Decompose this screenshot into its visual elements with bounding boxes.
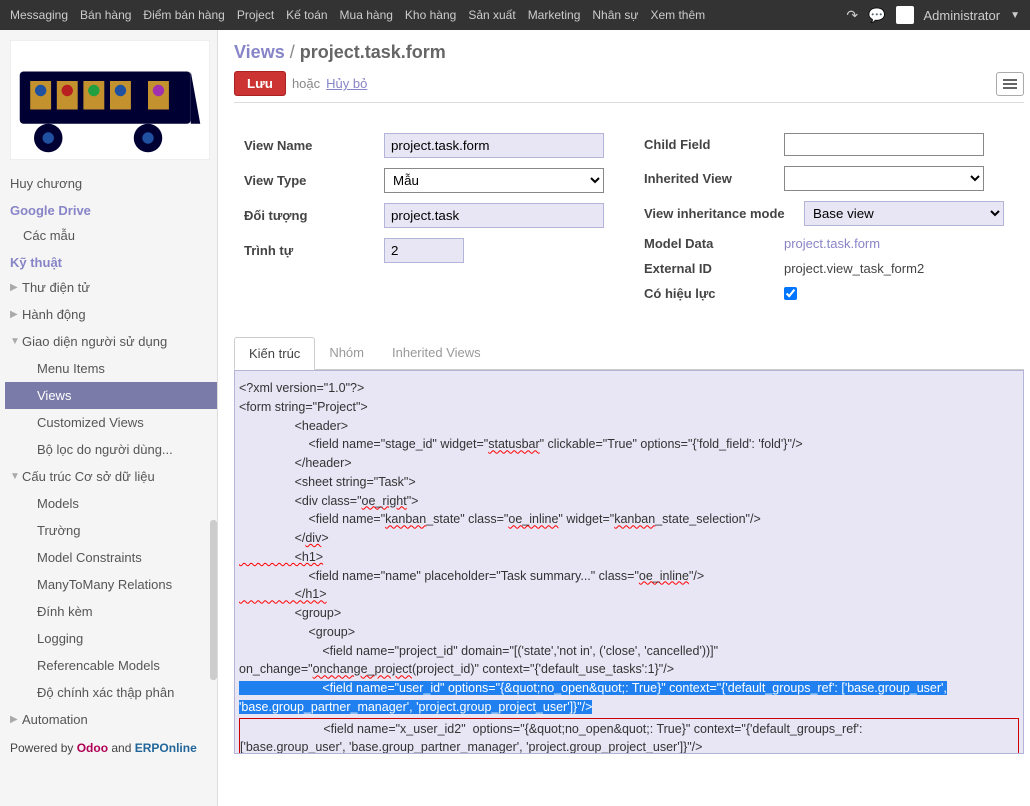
sidebar-logging[interactable]: Logging <box>5 625 217 652</box>
cancel-button[interactable]: Hủy bỏ <box>326 76 367 91</box>
caret-down-icon: ▼ <box>10 336 20 347</box>
menu-khohang[interactable]: Kho hàng <box>405 8 456 22</box>
sidebar-views[interactable]: Views <box>5 382 217 409</box>
or-text: hoặc <box>292 76 320 91</box>
powered-by: Powered by Odoo and ERPOnline <box>5 733 217 763</box>
label-inherited: Inherited View <box>644 171 784 186</box>
caret-right-icon: ▶ <box>10 282 20 293</box>
sidebar-hanhdong[interactable]: ▶Hành động <box>5 301 217 328</box>
menu-marketing[interactable]: Marketing <box>528 8 581 22</box>
label-trinhtu: Trình tự <box>244 243 384 258</box>
username[interactable]: Administrator <box>924 8 1001 23</box>
inherited-select[interactable] <box>784 166 984 191</box>
sidebar-giaodien[interactable]: ▼Giao diện người sử dụng <box>5 328 217 355</box>
caret-down-icon[interactable]: ▼ <box>1010 10 1020 21</box>
menu-project[interactable]: Project <box>237 8 274 22</box>
sidebar-ref[interactable]: Referencable Models <box>5 652 217 679</box>
sidebar-huychuong[interactable]: Huy chương <box>5 170 217 197</box>
sidebar-menuitems[interactable]: Menu Items <box>5 355 217 382</box>
childfield-input[interactable] <box>784 133 984 156</box>
xml-textarea[interactable]: <?xml version="1.0"?> <form string="Proj… <box>234 370 1024 754</box>
chat-icon[interactable]: 💬 <box>868 7 885 24</box>
extid-value: project.view_task_form2 <box>784 261 924 276</box>
top-menu: Messaging Bán hàng Điểm bán hàng Project… <box>10 8 846 22</box>
tab-inherited[interactable]: Inherited Views <box>378 337 495 369</box>
sidebar-thu[interactable]: ▶Thư điện tử <box>5 274 217 301</box>
label-doituong: Đối tượng <box>244 208 384 223</box>
trinhtu-input[interactable] <box>384 238 464 263</box>
caret-right-icon: ▶ <box>10 714 20 725</box>
active-checkbox[interactable] <box>784 287 797 300</box>
menu-pos[interactable]: Điểm bán hàng <box>143 8 224 22</box>
sidebar-custviews[interactable]: Customized Views <box>5 409 217 436</box>
menu-messaging[interactable]: Messaging <box>10 8 68 22</box>
menu-banhang[interactable]: Bán hàng <box>80 8 131 22</box>
label-inhmode: View inheritance mode <box>644 206 804 221</box>
save-button[interactable]: Lưu <box>234 71 286 96</box>
avatar[interactable] <box>896 6 914 24</box>
sidebar-section-kythuat[interactable]: Kỹ thuật <box>5 249 217 274</box>
label-viewname: View Name <box>244 138 384 153</box>
tab-kientruc[interactable]: Kiến trúc <box>234 337 315 370</box>
sidebar-section-gdrive[interactable]: Google Drive <box>5 197 217 222</box>
menu-icon[interactable] <box>996 72 1024 96</box>
tab-nhom[interactable]: Nhóm <box>315 337 378 369</box>
viewtype-select[interactable]: Mẫu <box>384 168 604 193</box>
erponline-link[interactable]: ERPOnline <box>135 741 197 755</box>
sidebar-boloc[interactable]: Bộ lọc do người dùng... <box>5 436 217 463</box>
breadcrumb-views[interactable]: Views <box>234 42 285 62</box>
label-viewtype: View Type <box>244 173 384 188</box>
sidebar-models[interactable]: Models <box>5 490 217 517</box>
sidebar-automation[interactable]: ▶Automation <box>5 706 217 733</box>
sidebar-modelc[interactable]: Model Constraints <box>5 544 217 571</box>
share-icon[interactable]: ↷ <box>846 7 858 24</box>
menu-sanxuat[interactable]: Sản xuất <box>468 8 515 22</box>
sidebar-dinhkem[interactable]: Đính kèm <box>5 598 217 625</box>
caret-down-icon: ▼ <box>10 471 20 482</box>
menu-muahang[interactable]: Mua hàng <box>340 8 393 22</box>
logo <box>10 40 210 160</box>
caret-right-icon: ▶ <box>10 309 20 320</box>
menu-more[interactable]: Xem thêm <box>650 8 705 22</box>
menu-ketoan[interactable]: Kế toán <box>286 8 327 22</box>
menu-nhansu[interactable]: Nhân sự <box>592 8 638 22</box>
label-modeldata: Model Data <box>644 236 784 251</box>
odoo-link[interactable]: Odoo <box>77 741 108 755</box>
doituong-input[interactable] <box>384 203 604 228</box>
sidebar-dochinhxac[interactable]: Độ chính xác thập phân <box>5 679 217 706</box>
sidebar-truong[interactable]: Trường <box>5 517 217 544</box>
inhmode-select[interactable]: Base view <box>804 201 1004 226</box>
sidebar-cautruc[interactable]: ▼Cấu trúc Cơ sở dữ liệu <box>5 463 217 490</box>
modeldata-value[interactable]: project.task.form <box>784 236 880 251</box>
page-title: project.task.form <box>300 42 446 62</box>
viewname-input[interactable] <box>384 133 604 158</box>
sidebar-cacmau[interactable]: Các mẫu <box>5 222 217 249</box>
scrollbar[interactable] <box>210 520 217 680</box>
label-active: Có hiệu lực <box>644 286 784 301</box>
label-extid: External ID <box>644 261 784 276</box>
sidebar-m2m[interactable]: ManyToMany Relations <box>5 571 217 598</box>
label-childfield: Child Field <box>644 137 784 152</box>
breadcrumb: Views / project.task.form <box>234 42 1024 63</box>
